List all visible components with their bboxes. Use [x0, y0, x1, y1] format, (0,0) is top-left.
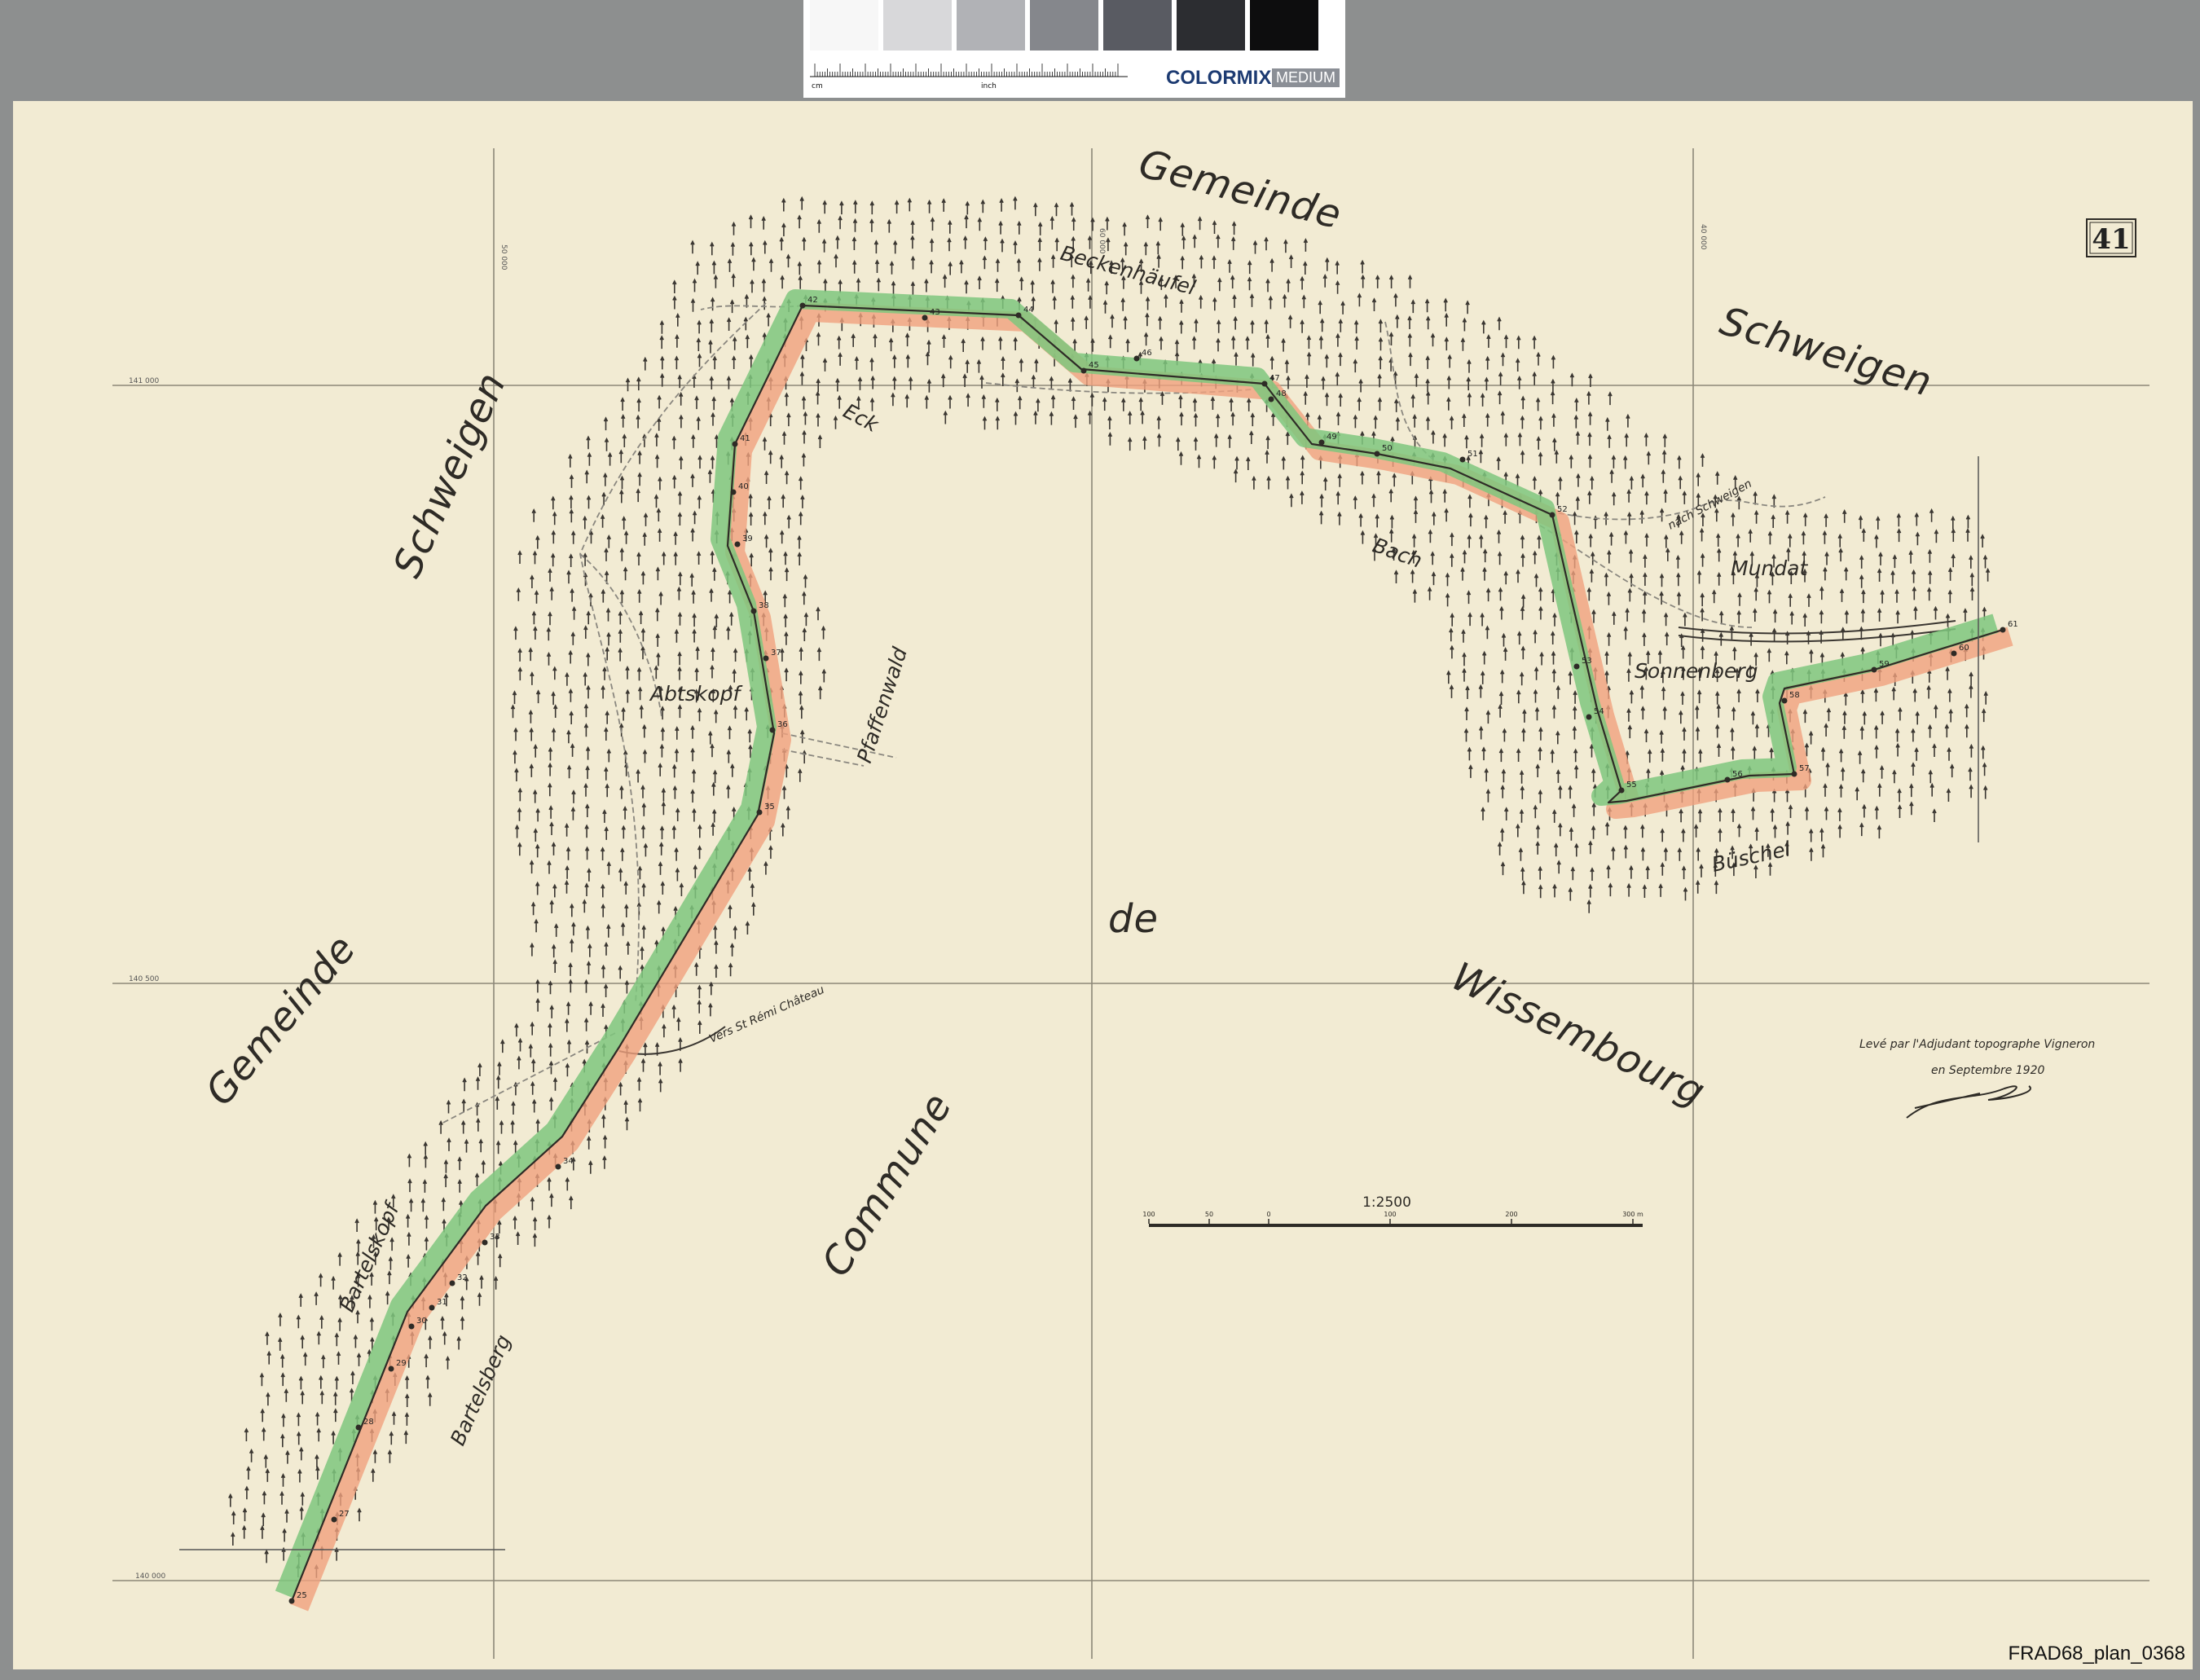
- boundary-stone-label-55: 55: [1626, 781, 1637, 789]
- boundary-stone-label-51: 51: [1467, 450, 1478, 459]
- boundary-stone-30: [408, 1323, 415, 1330]
- boundary-stone-45: [1080, 367, 1087, 374]
- boundary-stone-label-29: 29: [396, 1359, 407, 1368]
- boundary-stone-27: [331, 1516, 337, 1523]
- boundary-stone-label-44: 44: [1023, 306, 1034, 314]
- sheet-number-box: 41: [2086, 218, 2136, 257]
- boundary-stone-label-40: 40: [738, 482, 749, 491]
- scale-tick-label: 50: [1205, 1211, 1213, 1218]
- scale-tick-label: 300 m: [1622, 1211, 1643, 1218]
- boundary-stone-label-27: 27: [339, 1510, 350, 1519]
- boundary-stone-38: [750, 608, 757, 614]
- boundary-stone-55: [1618, 787, 1625, 794]
- boundary-stone-label-60: 60: [1959, 644, 1969, 653]
- boundary-stone-29: [388, 1366, 394, 1372]
- scale-ratio: 1:2500: [1362, 1194, 1411, 1211]
- boundary-stone-label-50: 50: [1382, 444, 1393, 453]
- boundary-stone-36: [769, 727, 776, 733]
- boundary-stone-61: [2000, 627, 2006, 633]
- boundary-stone-label-45: 45: [1089, 361, 1099, 370]
- scale-tick-label: 100: [1384, 1211, 1396, 1218]
- boundary-stone-39: [734, 541, 741, 548]
- boundary-stone-34: [555, 1163, 561, 1170]
- boundary-stone-label-61: 61: [2008, 620, 2018, 629]
- scale-tick-label: 0: [1266, 1211, 1270, 1218]
- boundary-stone-label-47: 47: [1269, 374, 1280, 383]
- boundary-stone-53: [1573, 663, 1580, 670]
- boundary-stone-label-43: 43: [930, 308, 940, 317]
- boundary-stone-label-35: 35: [764, 803, 775, 811]
- boundary-stone-42: [799, 302, 806, 309]
- boundary-stone-label-38: 38: [759, 601, 769, 610]
- scale-tick-label: 200: [1505, 1211, 1517, 1218]
- boundary-stone-label-49: 49: [1327, 433, 1337, 442]
- boundary-stone-label-28: 28: [363, 1418, 374, 1427]
- boundary-stone-label-39: 39: [742, 534, 753, 543]
- boundary-stone-57: [1791, 771, 1797, 777]
- boundary-stone-32: [449, 1280, 455, 1286]
- boundary-stone-label-30: 30: [416, 1317, 427, 1326]
- boundary-stone-48: [1268, 396, 1274, 402]
- grid-label-col3: 40 000: [1699, 224, 1707, 250]
- boundary-stone-label-41: 41: [740, 434, 750, 443]
- grid-label-row3: 140 000: [135, 1572, 165, 1581]
- boundary-stone-label-48: 48: [1276, 389, 1287, 398]
- boundary-stone-46: [1133, 355, 1140, 362]
- boundary-stone-56: [1724, 776, 1731, 783]
- boundary-stone-52: [1549, 512, 1555, 518]
- boundary-stone-58: [1781, 697, 1788, 704]
- grid-label-row1: 141 000: [129, 377, 159, 385]
- cadastral-map: 50 000 60 000 40 000 141 000 140 500 140…: [13, 101, 2193, 1669]
- boundary-stone-label-46: 46: [1142, 349, 1152, 358]
- sheet-number: 41: [2092, 223, 2130, 256]
- boundary-stone-37: [763, 655, 769, 662]
- boundary-stone-59: [1871, 666, 1877, 673]
- boundary-stone-25: [288, 1598, 295, 1604]
- boundary-stone-51: [1459, 456, 1466, 463]
- boundary-stone-label-37: 37: [771, 649, 781, 657]
- boundary-stone-label-54: 54: [1594, 707, 1604, 716]
- boundary-stone-33: [482, 1239, 488, 1246]
- boundary-stone-label-52: 52: [1557, 505, 1568, 514]
- boundary-stone-41: [732, 441, 738, 447]
- label-mundat: Mundat: [1731, 556, 1808, 580]
- boundary-stone-label-57: 57: [1799, 764, 1810, 773]
- boundary-stone-label-56: 56: [1732, 770, 1743, 779]
- boundary-stone-50: [1374, 451, 1380, 457]
- grid-label-row2: 140 500: [129, 975, 159, 983]
- label-sonnenberg: Sonnenberg: [1635, 659, 1758, 683]
- archive-reference: FRAD68_plan_0368: [2008, 1643, 2186, 1665]
- surveyor-line-2: en Septembre 1920: [1931, 1064, 2044, 1077]
- boundary-stone-label-36: 36: [777, 720, 788, 729]
- grid-label-col1: 50 000: [499, 244, 508, 270]
- boundary-stone-label-25: 25: [297, 1591, 307, 1600]
- boundary-stone-label-59: 59: [1879, 660, 1890, 669]
- surveyor-line-1: Levé par l'Adjudant topographe Vigneron: [1859, 1038, 2095, 1051]
- boundary-stone-31: [429, 1304, 435, 1311]
- boundary-stone-label-34: 34: [563, 1157, 574, 1166]
- boundary-stone-43: [922, 314, 928, 321]
- label-de: de: [1108, 896, 1159, 942]
- boundary-stone-label-31: 31: [437, 1298, 447, 1307]
- boundary-stone-44: [1015, 312, 1022, 319]
- boundary-stone-49: [1318, 439, 1325, 446]
- label-abtskopf: Abtskopf: [649, 682, 742, 706]
- boundary-stone-label-58: 58: [1789, 691, 1800, 700]
- boundary-stone-35: [756, 809, 763, 816]
- boundary-stone-label-33: 33: [490, 1233, 500, 1242]
- boundary-stone-47: [1261, 380, 1268, 387]
- boundary-stone-label-32: 32: [457, 1273, 468, 1282]
- scale-tick-label: 100: [1142, 1211, 1155, 1218]
- boundary-stone-54: [1586, 714, 1592, 720]
- boundary-stone-60: [1951, 650, 1957, 657]
- boundary-stone-40: [730, 489, 737, 495]
- boundary-stone-label-53: 53: [1582, 657, 1592, 666]
- boundary-stone-label-42: 42: [807, 296, 818, 305]
- boundary-stone-28: [355, 1424, 362, 1431]
